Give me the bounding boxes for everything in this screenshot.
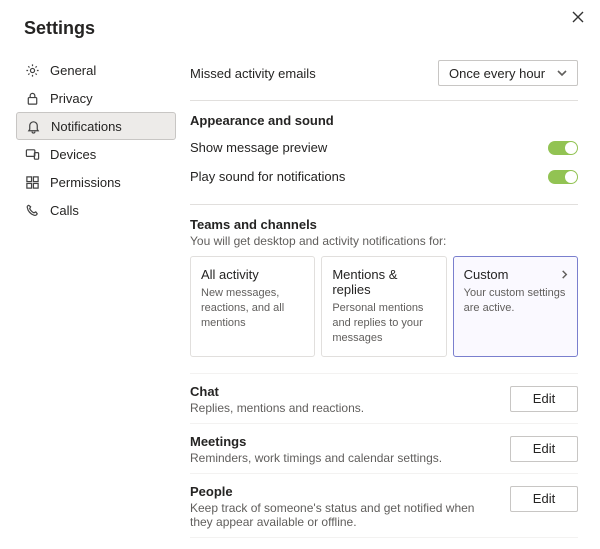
card-mentions[interactable]: Mentions & replies Personal mentions and… <box>321 256 446 357</box>
people-edit-button[interactable]: Edit <box>510 486 578 512</box>
card-title: Custom <box>464 267 567 282</box>
section-people: People Keep track of someone's status an… <box>190 473 578 537</box>
sidebar-item-general[interactable]: General <box>16 56 176 84</box>
teams-subtitle: You will get desktop and activity notifi… <box>190 234 578 248</box>
missed-frequency-select[interactable]: Once every hour <box>438 60 578 86</box>
chevron-right-icon <box>560 267 569 282</box>
card-desc: Your custom settings are active. <box>464 286 567 316</box>
meetings-title: Meetings <box>190 434 498 449</box>
sidebar-item-label: Devices <box>50 147 96 162</box>
card-title: All activity <box>201 267 304 282</box>
card-desc: Personal mentions and replies to your me… <box>332 301 435 346</box>
select-value: Once every hour <box>449 66 545 81</box>
chat-title: Chat <box>190 384 498 399</box>
lock-icon <box>24 90 40 106</box>
preview-label: Show message preview <box>190 140 327 155</box>
people-desc: Keep track of someone's status and get n… <box>190 501 498 529</box>
missed-label: Missed activity emails <box>190 66 316 81</box>
meetings-desc: Reminders, work timings and calendar set… <box>190 451 498 465</box>
card-all-activity[interactable]: All activity New messages, reactions, an… <box>190 256 315 357</box>
gear-icon <box>24 62 40 78</box>
divider <box>190 204 578 205</box>
section-other: Other Recommendations, tips, and prompts… <box>190 537 578 549</box>
sidebar-item-notifications[interactable]: Notifications <box>16 112 176 140</box>
page-title: Settings <box>24 18 95 39</box>
close-button[interactable] <box>568 8 588 28</box>
card-desc: New messages, reactions, and all mention… <box>201 286 304 331</box>
devices-icon <box>24 146 40 162</box>
section-meetings: Meetings Reminders, work timings and cal… <box>190 423 578 473</box>
card-custom[interactable]: Custom Your custom settings are active. <box>453 256 578 357</box>
sidebar-item-label: General <box>50 63 96 78</box>
appearance-title: Appearance and sound <box>190 113 578 128</box>
content-area: Missed activity emails Once every hour A… <box>190 52 578 549</box>
sidebar-item-privacy[interactable]: Privacy <box>16 84 176 112</box>
sidebar-item-devices[interactable]: Devices <box>16 140 176 168</box>
sidebar-item-label: Privacy <box>50 91 93 106</box>
sidebar-item-label: Permissions <box>50 175 121 190</box>
close-icon <box>572 11 584 26</box>
card-title: Mentions & replies <box>332 267 435 297</box>
sidebar-item-label: Calls <box>50 203 79 218</box>
meetings-edit-button[interactable]: Edit <box>510 436 578 462</box>
sound-label: Play sound for notifications <box>190 169 345 184</box>
chat-desc: Replies, mentions and reactions. <box>190 401 498 415</box>
people-title: People <box>190 484 498 499</box>
phone-icon <box>24 202 40 218</box>
chat-edit-button[interactable]: Edit <box>510 386 578 412</box>
sound-toggle[interactable] <box>548 170 578 184</box>
bell-icon <box>25 118 41 134</box>
sidebar: General Privacy Notifications Devices Pe… <box>16 56 176 224</box>
section-chat: Chat Replies, mentions and reactions. Ed… <box>190 373 578 423</box>
teams-title: Teams and channels <box>190 217 578 232</box>
preview-toggle[interactable] <box>548 141 578 155</box>
divider <box>190 100 578 101</box>
sidebar-item-label: Notifications <box>51 119 122 134</box>
sidebar-item-calls[interactable]: Calls <box>16 196 176 224</box>
chevron-down-icon <box>557 66 567 81</box>
sidebar-item-permissions[interactable]: Permissions <box>16 168 176 196</box>
permissions-icon <box>24 174 40 190</box>
